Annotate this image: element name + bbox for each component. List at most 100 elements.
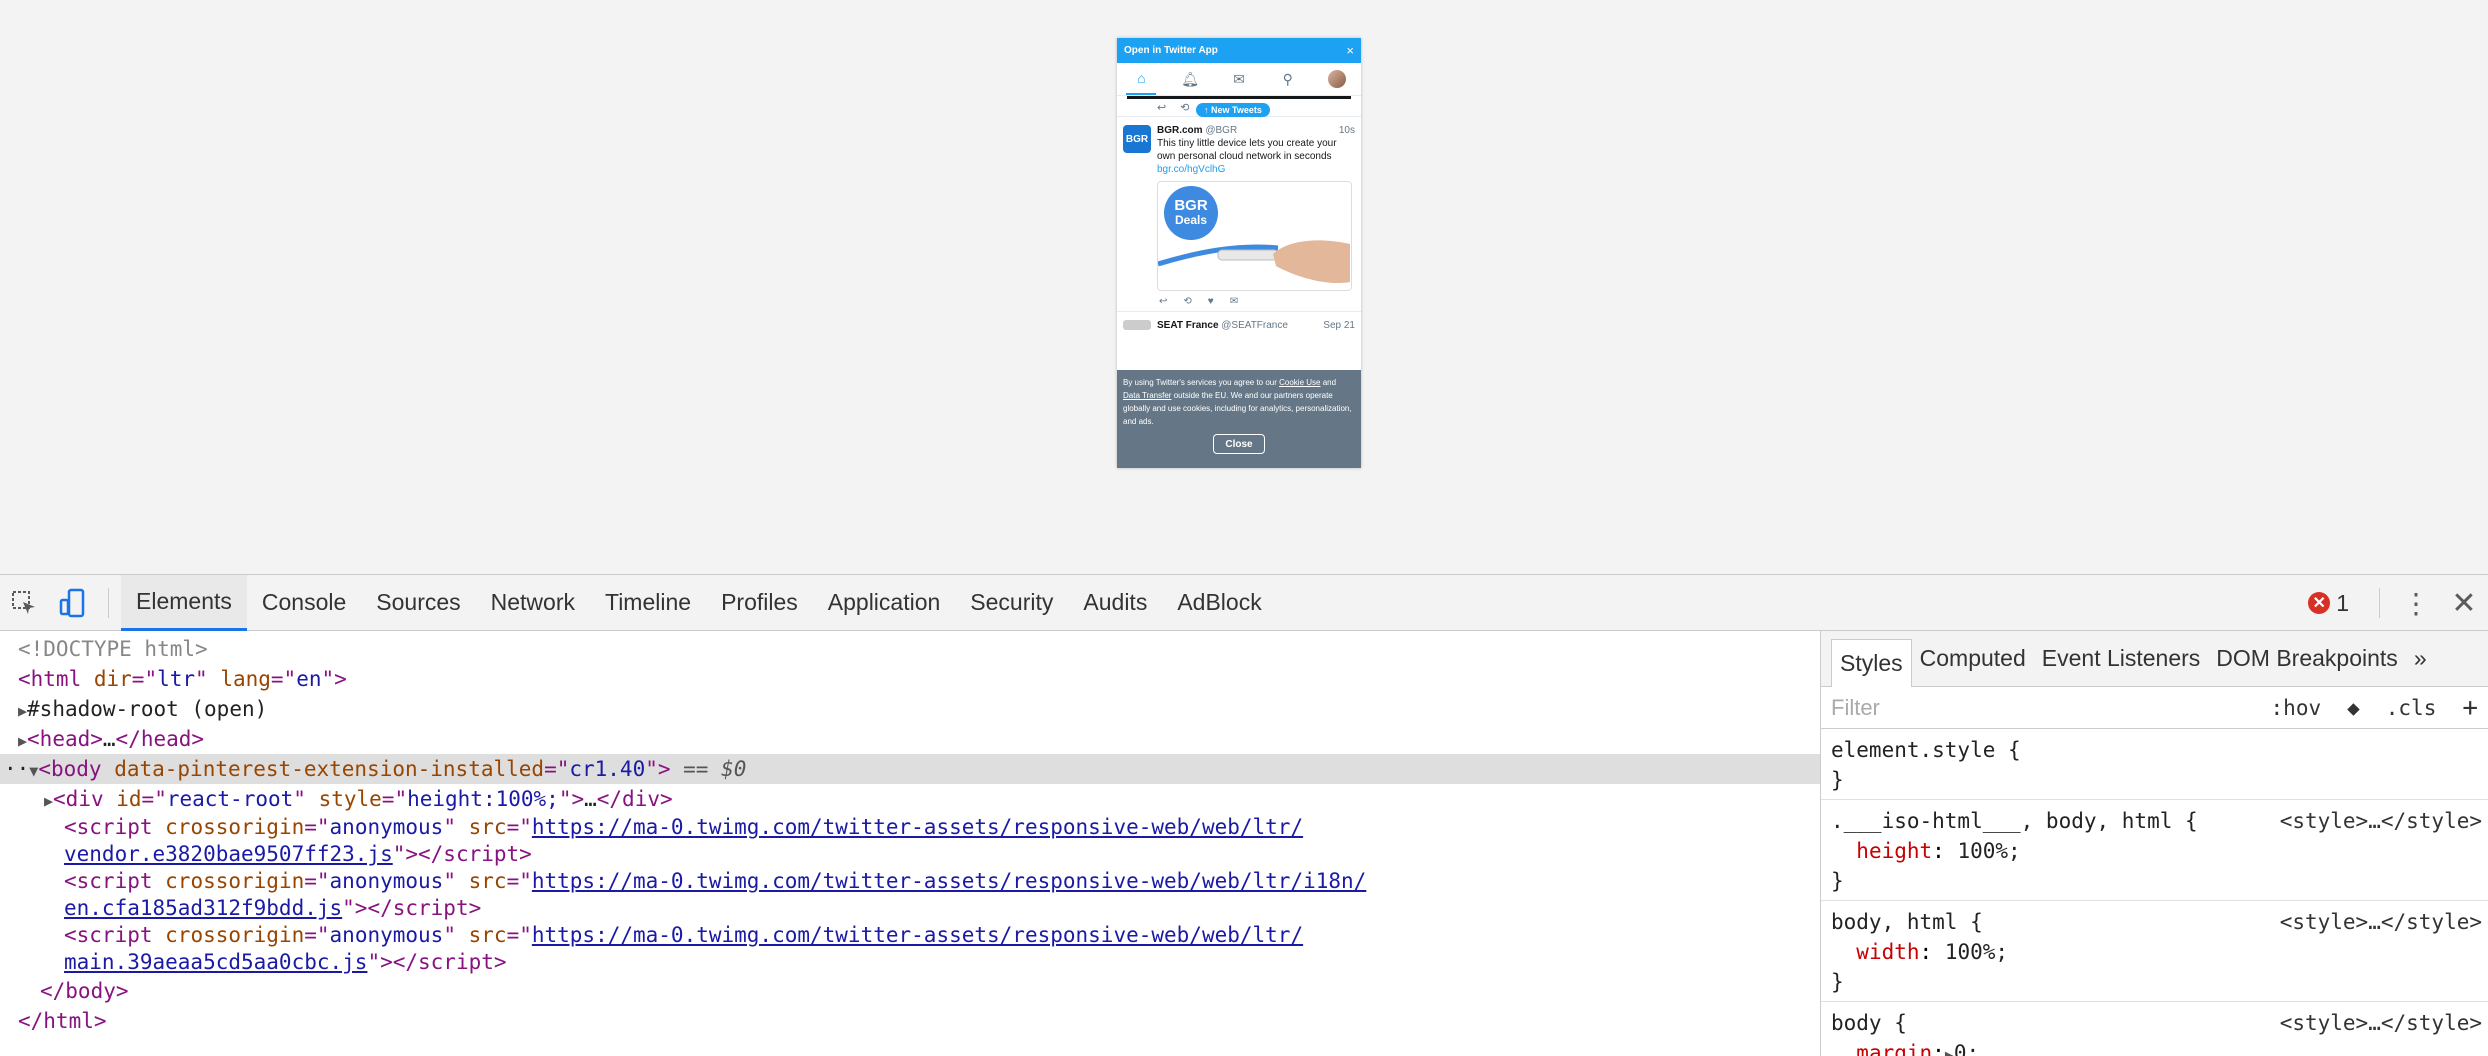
tweet-time[interactable]: 10s [1339,125,1355,136]
dom-node[interactable]: <!DOCTYPE html> [0,634,1820,664]
script-src-link[interactable]: https://ma-0.twimg.com/twitter-assets/re… [532,923,1303,947]
collapse-arrow-icon[interactable]: ▼ [29,762,38,780]
tab-network[interactable]: Network [476,575,590,631]
data-transfer-link[interactable]: Data Transfer [1123,391,1171,400]
reply-icon[interactable]: ↩ [1157,101,1166,114]
tab-computed[interactable]: Computed [1912,631,2034,687]
rule-source-link[interactable]: <style>…</style> [2280,1008,2482,1038]
css-value[interactable]: 100%; [1945,940,2008,964]
css-value[interactable]: 0; [1954,1041,1979,1056]
dom-node[interactable]: <script crossorigin="anonymous" src="htt… [0,922,1820,949]
script-src-link[interactable]: main.39aeaa5cd5aa0cbc.js [64,950,367,974]
message-icon[interactable]: ✉ [1230,296,1238,307]
color-format-icon[interactable]: ◆ [2347,696,2360,720]
rule-selector: body { [1831,1011,1907,1035]
close-icon[interactable]: ✕ [2440,575,2488,631]
tweet-handle: @SEATFrance [1221,320,1288,331]
expand-arrow-icon[interactable]: ▶ [18,702,27,720]
home-icon[interactable]: ⌂ [1126,63,1157,95]
error-count-badge[interactable]: ✕ 1 [2308,590,2349,617]
css-property[interactable]: width [1856,940,1919,964]
dom-node[interactable]: main.39aeaa5cd5aa0cbc.js"></script> [0,949,1820,976]
cookie-text: By using Twitter's services you agree to… [1123,378,1280,387]
dom-node-selected[interactable]: ··▼<body data-pinterest-extension-instal… [0,754,1820,784]
css-rule[interactable]: element.style { } [1821,729,2488,800]
retweet-icon[interactable]: ⟲ [1183,296,1191,307]
tab-audits[interactable]: Audits [1068,575,1162,631]
dom-node[interactable]: <script crossorigin="anonymous" src="htt… [0,868,1820,895]
rule-source-link[interactable]: <style>…</style> [2280,806,2482,836]
tweet[interactable]: SEAT France @SEATFrance Sep 21 [1117,312,1361,331]
dom-node[interactable]: <script crossorigin="anonymous" src="htt… [0,814,1820,841]
css-property[interactable]: height [1856,839,1932,863]
reply-icon[interactable]: ↩ [1159,296,1167,307]
tweet-media[interactable]: BGR Deals [1157,181,1352,291]
banner-text[interactable]: Open in Twitter App [1124,45,1218,56]
close-button[interactable]: Close [1213,434,1265,454]
tab-profiles[interactable]: Profiles [706,575,813,631]
tweet-author[interactable]: SEAT France [1157,320,1219,331]
more-tabs-icon[interactable]: » [2406,631,2435,687]
script-src-link[interactable]: https://ma-0.twimg.com/twitter-assets/re… [532,815,1303,839]
filter-input[interactable]: Filter [1831,695,1880,721]
script-src-link[interactable]: https://ma-0.twimg.com/twitter-assets/re… [532,869,1366,893]
new-tweets-button[interactable]: ↑ New Tweets [1196,103,1270,117]
elements-tree: <!DOCTYPE html> <html dir="ltr" lang="en… [0,631,1821,1056]
hov-toggle[interactable]: :hov [2271,696,2322,720]
close-icon[interactable]: × [1346,43,1354,58]
tweet-time[interactable]: Sep 21 [1323,320,1355,331]
tab-styles[interactable]: Styles [1831,638,1912,687]
dom-node[interactable]: </body> [0,976,1820,1006]
tab-event-listeners[interactable]: Event Listeners [2034,631,2209,687]
tab-sources[interactable]: Sources [361,575,475,631]
retweet-icon[interactable]: ⟲ [1180,101,1189,114]
tab-adblock[interactable]: AdBlock [1162,575,1276,631]
notifications-icon[interactable]: 🔔︎ [1175,63,1205,95]
avatar [1123,320,1151,330]
cookie-banner: By using Twitter's services you agree to… [1117,370,1361,468]
search-icon[interactable]: ⚲ [1273,63,1303,95]
tweet-link[interactable]: bgr.co/hgVclhG [1157,163,1355,176]
dom-node[interactable]: </html> [0,1006,1820,1036]
css-rule[interactable]: body, html {<style>…</style> width: 100%… [1821,901,2488,1002]
tweet[interactable]: BGR BGR.com @BGR 10s This tiny little de… [1117,117,1361,312]
dom-node[interactable]: vendor.e3820bae9507ff23.js"></script> [0,841,1820,868]
add-rule-icon[interactable]: + [2462,693,2478,723]
more-options-icon[interactable]: ⋮ [2392,575,2440,631]
expand-arrow-icon[interactable]: ▶ [18,732,27,750]
cookie-use-link[interactable]: Cookie Use [1279,378,1320,387]
dom-node[interactable]: <html dir="ltr" lang="en"> [0,664,1820,694]
expand-arrow-icon[interactable]: ▶ [1945,1046,1954,1056]
css-rule[interactable]: body {<style>…</style> margin:▶0; [1821,1002,2488,1056]
device-toolbar-icon[interactable] [48,575,96,631]
messages-icon[interactable]: ✉ [1224,63,1254,95]
css-rule[interactable]: .___iso-html___, body, html { <style>…</s… [1821,800,2488,901]
dom-node[interactable]: en.cfa185ad312f9bdd.js"></script> [0,895,1820,922]
dom-node[interactable]: ▶<div id="react-root" style="height:100%… [0,784,1820,814]
tweet-actions-row: ↩ ⟲ ↑ New Tweets [1117,99,1361,117]
cls-toggle[interactable]: .cls [2386,696,2437,720]
rule-selector: .___iso-html___, body, html { [1831,809,2198,833]
rule-source-link[interactable]: <style>…</style> [2280,907,2482,937]
twitter-nav: ⌂ 🔔︎ ✉ ⚲ [1117,63,1361,96]
script-src-link[interactable]: en.cfa185ad312f9bdd.js [64,896,342,920]
css-value[interactable]: 100%; [1957,839,2020,863]
profile-avatar[interactable] [1322,63,1352,95]
dom-node[interactable]: ▶#shadow-root (open) [0,694,1820,724]
cookie-text: and [1320,378,1337,387]
dom-node[interactable]: ▶<head>…</head> [0,724,1820,754]
open-in-app-banner[interactable]: Open in Twitter App × [1117,38,1361,63]
tab-console[interactable]: Console [247,575,361,631]
css-property[interactable]: margin [1856,1041,1932,1056]
avatar[interactable]: BGR [1123,125,1151,153]
tab-timeline[interactable]: Timeline [590,575,706,631]
inspect-element-icon[interactable] [0,575,48,631]
tab-dom-breakpoints[interactable]: DOM Breakpoints [2208,631,2406,687]
expand-arrow-icon[interactable]: ▶ [44,792,53,810]
tab-security[interactable]: Security [955,575,1068,631]
tab-elements[interactable]: Elements [121,574,247,631]
tweet-author[interactable]: BGR.com [1157,125,1203,136]
script-src-link[interactable]: vendor.e3820bae9507ff23.js [64,842,393,866]
tab-application[interactable]: Application [813,575,956,631]
like-icon[interactable]: ♥ [1208,296,1214,307]
